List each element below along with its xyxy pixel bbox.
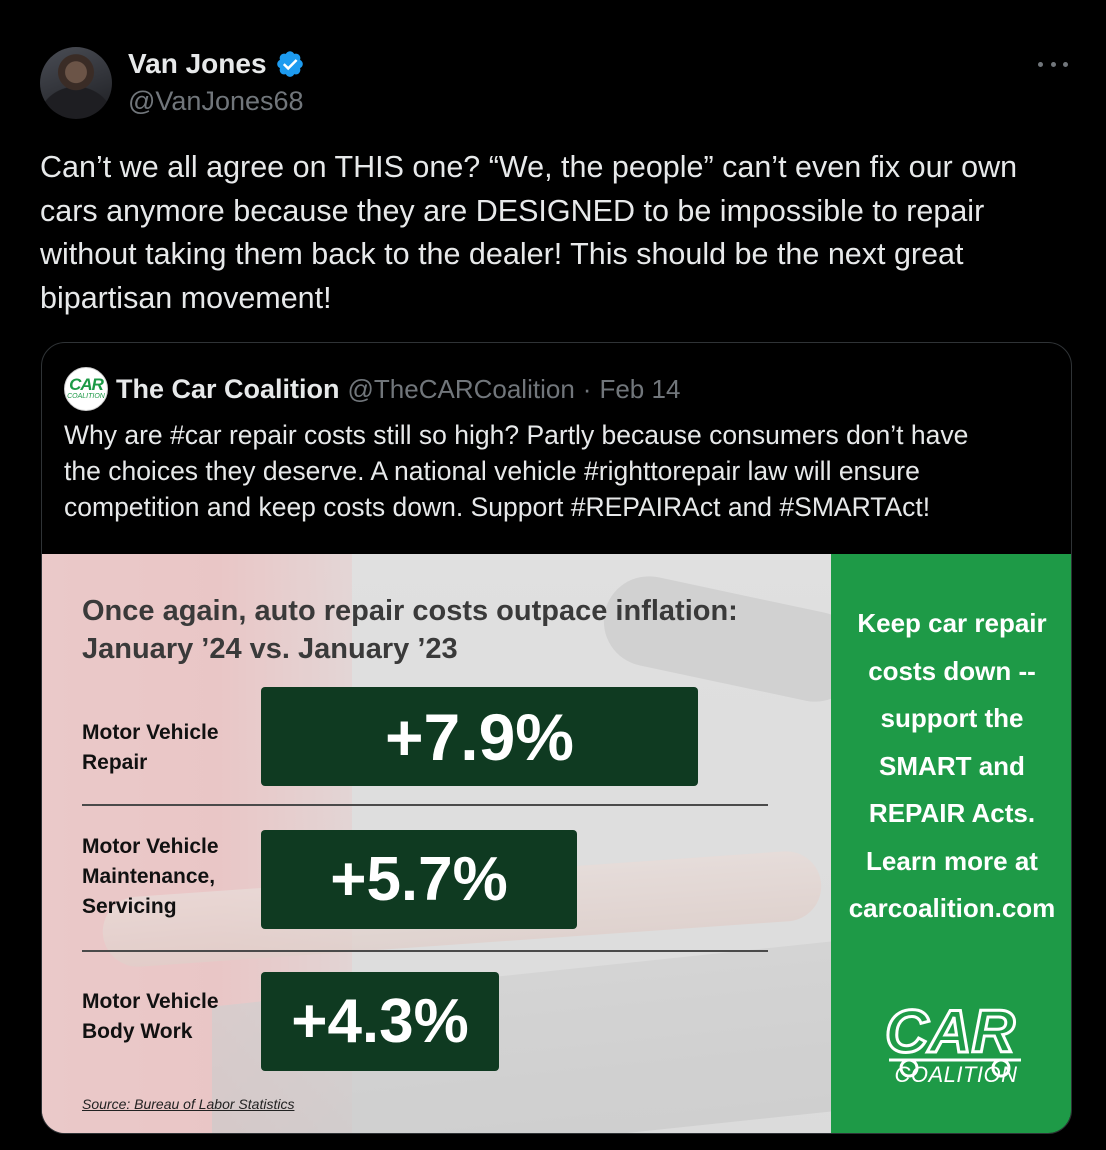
stat-box-body-work: +4.3% <box>261 972 499 1071</box>
source-note: Source: Bureau of Labor Statistics <box>82 1096 295 1112</box>
author-avatar[interactable] <box>40 47 112 119</box>
row-label-body-work: Motor Vehicle Body Work <box>82 990 219 1043</box>
quoted-tweet-text: Why are #car repair costs still so high?… <box>64 420 969 522</box>
stat-box-repair: +7.9% <box>261 687 698 786</box>
car-coalition-logo-subtext: COALITION <box>894 1062 1018 1087</box>
infographic-title: Once again, auto repair costs outpace in… <box>82 595 738 665</box>
quoted-separator: · <box>582 373 592 404</box>
quoted-tweet-header: CAR COALITION The Car Coalition @TheCARC… <box>64 367 680 411</box>
author-handle[interactable]: @VanJones68 <box>128 86 304 117</box>
quoted-author-name[interactable]: The Car Coalition <box>116 374 340 405</box>
row-label-repair: Motor Vehicle Repair <box>82 721 219 774</box>
quoted-tweet-card[interactable]: CAR COALITION The Car Coalition @TheCARC… <box>41 342 1072 1134</box>
side-panel: Keep car repair costs down -- support th… <box>831 554 1071 1133</box>
author-name-row[interactable]: Van Jones <box>128 48 305 80</box>
row-label-maintenance: Motor Vehicle Maintenance, Servicing <box>82 835 219 918</box>
svg-text:CAR: CAR <box>885 998 1015 1065</box>
row-divider <box>82 950 768 952</box>
tweet-text: Can’t we all agree on THIS one? “We, the… <box>40 150 1018 315</box>
infographic-image[interactable]: Once again, auto repair costs outpace in… <box>42 554 1071 1133</box>
row-divider <box>82 804 768 806</box>
quoted-author-avatar[interactable]: CAR COALITION <box>64 367 108 411</box>
verified-badge-icon <box>276 51 303 77</box>
quoted-author-handle[interactable]: @TheCARCoalition <box>348 374 575 405</box>
author-name[interactable]: Van Jones <box>128 48 267 80</box>
more-options-icon[interactable] <box>1038 54 1068 74</box>
stat-box-maintenance: +5.7% <box>261 830 577 929</box>
side-panel-text: Keep car repair costs down -- support th… <box>848 608 1056 923</box>
quoted-date[interactable]: Feb 14 <box>599 374 680 405</box>
